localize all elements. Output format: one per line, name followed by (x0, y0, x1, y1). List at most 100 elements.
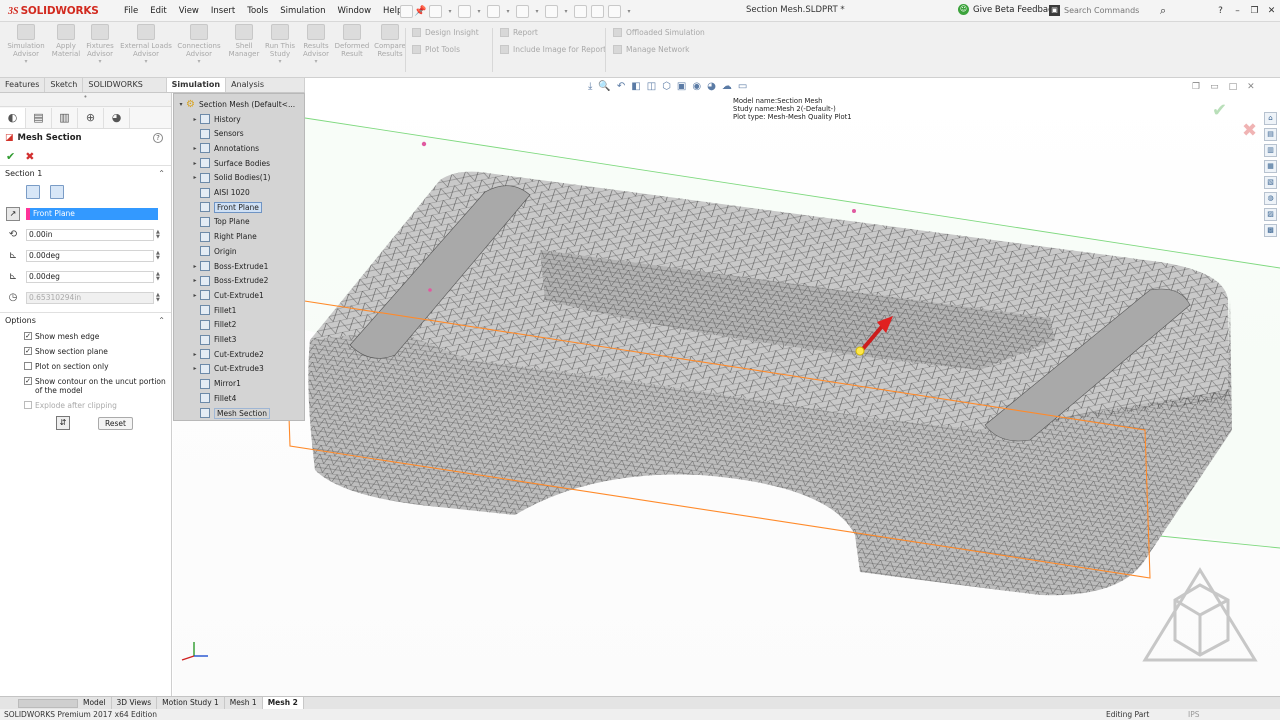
expand-arrow-icon[interactable]: ▸ (190, 277, 200, 284)
configuration-manager-icon[interactable]: ▥ (52, 107, 78, 128)
tree-item[interactable]: ▸ Boss-Extrude1 (190, 259, 268, 273)
angle-x-field[interactable]: 0.00deg (26, 249, 154, 262)
design-library-icon[interactable]: ▥ (1264, 144, 1277, 157)
pane-grip[interactable]: • (0, 93, 171, 107)
menu-insert[interactable]: Insert (205, 6, 241, 16)
new-document-icon[interactable] (400, 4, 413, 18)
tree-item[interactable]: ▸ Cut-Extrude2 (190, 347, 264, 361)
tree-item[interactable]: Mirror1 (190, 377, 241, 391)
offset-spinner-icon[interactable]: ▲ ▼ (156, 229, 160, 240)
dropdown-arrow-icon[interactable]: ▾ (504, 8, 512, 15)
cancel-x-icon[interactable]: ✖ (25, 150, 34, 163)
viewport-close-icon[interactable]: ✕ (1247, 82, 1255, 92)
dropdown-arrow-icon[interactable]: ▾ (475, 8, 483, 15)
tree-item[interactable]: Right Plane (190, 230, 257, 244)
connections-advisor-button[interactable]: Connections Advisor ▾ (176, 24, 222, 74)
design-insight-button[interactable]: Design Insight (412, 28, 479, 37)
tree-item[interactable]: Top Plane (190, 215, 250, 229)
angle-y-spinner-icon[interactable]: ▲ ▼ (156, 271, 160, 282)
file-properties-icon[interactable] (591, 4, 604, 18)
tree-item[interactable]: AISI 1020 (190, 186, 250, 200)
tab-mesh-1[interactable]: Mesh 1 (225, 697, 263, 709)
undo-icon[interactable] (516, 4, 529, 18)
offloaded-simulation-button[interactable]: Offloaded Simulation (613, 28, 705, 37)
expand-arrow-icon[interactable]: ▸ (190, 292, 200, 299)
dropdown-arrow-icon[interactable]: ▾ (562, 8, 570, 15)
option-show-contour-uncut[interactable]: ✓ Show contour on the uncut portion of th… (0, 377, 171, 395)
minimize-icon[interactable]: – (1229, 6, 1246, 16)
include-image-button[interactable]: Include Image for Report (500, 45, 606, 54)
section-1-group[interactable]: Section 1 ⌃ (0, 165, 171, 181)
collapse-chevron-icon[interactable]: ⌃ (158, 316, 165, 325)
option-plot-on-section-only[interactable]: Plot on section only (0, 362, 171, 371)
menu-edit[interactable]: Edit (144, 6, 172, 16)
tree-item[interactable]: ▸ History (190, 112, 241, 126)
reference-plane-field[interactable]: Front Plane (30, 207, 158, 220)
angle-x-spinner-icon[interactable]: ▲ ▼ (156, 250, 160, 261)
tab-model[interactable]: Model (78, 697, 112, 709)
view-orientation-icon[interactable]: ⬡ (662, 81, 671, 92)
clipping-toggle-icon[interactable]: ⇵ (56, 416, 70, 430)
expand-arrow-icon[interactable]: ▸ (190, 365, 200, 372)
tree-item[interactable]: Fillet2 (190, 318, 236, 332)
custom-properties-icon[interactable]: ▨ (1264, 208, 1277, 221)
property-manager-icon[interactable]: ▤ (26, 107, 52, 128)
open-icon[interactable] (429, 4, 442, 18)
display-manager-icon[interactable]: ◕ (104, 107, 130, 128)
confirm-checkmark-icon[interactable]: ✔ (1212, 100, 1227, 121)
expand-arrow-icon[interactable]: ▸ (190, 263, 200, 270)
tree-item[interactable]: Sensors (190, 127, 244, 141)
help-icon[interactable]: ? (153, 133, 163, 143)
dropdown-arrow-icon[interactable]: ▾ (533, 8, 541, 15)
edit-appearance-icon[interactable]: ◕ (707, 81, 716, 92)
tab-simulation[interactable]: Simulation (166, 78, 227, 92)
menu-window[interactable]: Window (332, 6, 378, 16)
hide-show-items-icon[interactable]: ◉ (692, 81, 701, 92)
tree-item[interactable]: ▸ Solid Bodies(1) (190, 171, 270, 185)
tree-item[interactable]: Front Plane (190, 200, 262, 214)
expand-arrow-icon[interactable]: ▸ (190, 351, 200, 358)
tab-mesh-2[interactable]: Mesh 2 (262, 697, 304, 709)
report-button[interactable]: Report (500, 28, 538, 37)
expand-arrow-icon[interactable]: ▸ (190, 174, 200, 181)
print-icon[interactable] (487, 4, 500, 18)
tree-root[interactable]: ▾ ⚙ Section Mesh (Default<... (176, 97, 295, 111)
ok-checkmark-icon[interactable]: ✔ (6, 150, 15, 163)
expand-arrow-icon[interactable]: ▸ (190, 116, 200, 123)
search-input[interactable] (1064, 3, 1160, 18)
dynamic-annotation-icon[interactable]: ◫ (647, 81, 656, 92)
checkbox[interactable]: ✓ (24, 377, 32, 385)
cancel-x-icon[interactable]: ✖ (1242, 120, 1257, 141)
collapse-chevron-icon[interactable]: ⌃ (158, 169, 165, 178)
checkbox[interactable] (24, 362, 32, 370)
offset-field[interactable]: 0.00in (26, 228, 154, 241)
tree-item[interactable]: ▸ Annotations (190, 141, 259, 155)
option-show-section-plane[interactable]: ✓ Show section plane (0, 347, 171, 356)
checkbox[interactable]: ✓ (24, 347, 32, 355)
resources-icon[interactable]: ▤ (1264, 128, 1277, 141)
solidworks-logo[interactable]: 3S SOLIDWORKS (8, 4, 99, 18)
reset-button[interactable]: Reset (98, 416, 133, 430)
rebuild-icon[interactable] (574, 4, 587, 18)
tree-item[interactable]: Fillet4 (190, 391, 236, 405)
options-gear-icon[interactable] (608, 4, 621, 18)
zoom-to-area-icon[interactable]: 🔍 (598, 81, 610, 92)
plot-tools-button[interactable]: Plot Tools (412, 45, 460, 54)
close-icon[interactable]: ✕ (1263, 6, 1280, 16)
search-icon[interactable]: ⌕ (1160, 4, 1166, 18)
tree-item[interactable]: ▸ Surface Bodies (190, 156, 270, 170)
search-mode-icon[interactable]: ▣ (1049, 5, 1060, 16)
options-group[interactable]: Options ⌃ (0, 312, 171, 328)
tab-analysis-preparation[interactable]: Analysis Preparation (226, 78, 305, 103)
cylindrical-section-icon[interactable] (50, 185, 64, 199)
tab-3d-views[interactable]: 3D Views (112, 697, 158, 709)
angle-y-field[interactable]: 0.00deg (26, 270, 154, 283)
tab-sketch[interactable]: Sketch (45, 78, 84, 92)
simulation-advisor-button[interactable]: Simulation Advisor ▾ (4, 24, 48, 74)
select-icon[interactable] (545, 4, 558, 18)
drag-handle[interactable] (855, 346, 865, 356)
viewport-minimize-icon[interactable]: ▭ (1210, 82, 1219, 92)
feature-manager-icon[interactable]: ◐ (0, 107, 26, 128)
tab-motion-study[interactable]: Motion Study 1 (157, 697, 225, 709)
expand-arrow-icon[interactable]: ▸ (190, 160, 200, 167)
